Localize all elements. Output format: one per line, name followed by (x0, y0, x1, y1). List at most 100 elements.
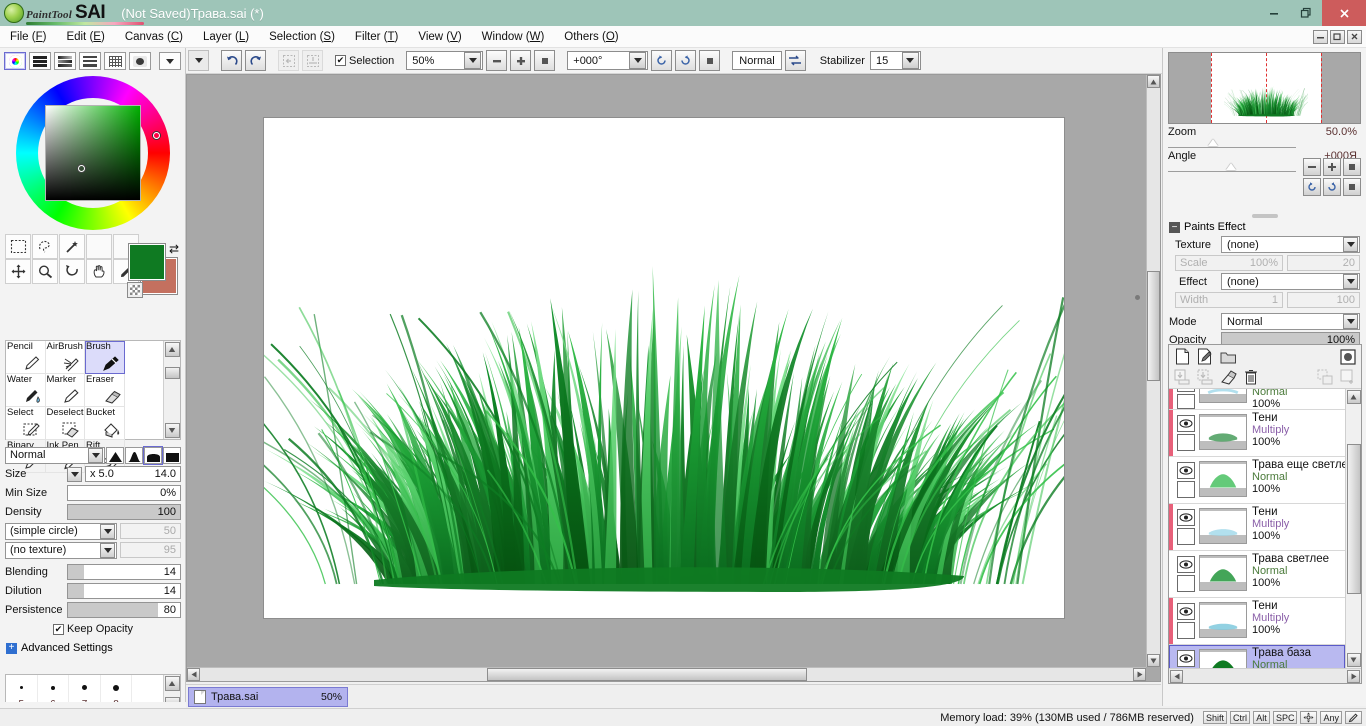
redo-icon[interactable] (245, 50, 266, 71)
mdi-minimize-icon[interactable] (1313, 30, 1328, 44)
scroll-up-icon[interactable] (165, 676, 180, 691)
key-spc[interactable]: SPC (1273, 711, 1298, 724)
menu-item-selection[interactable]: Selection (S) (259, 29, 345, 45)
chevron-down-icon[interactable] (629, 52, 646, 69)
key-alt[interactable]: Alt (1253, 711, 1270, 724)
chevron-down-icon[interactable] (902, 52, 919, 69)
rgb-bars-icon[interactable] (29, 52, 51, 70)
brush-shape-combo[interactable]: (simple circle) (5, 523, 117, 540)
zoom-out-button[interactable] (486, 50, 507, 71)
layer-lock-icon[interactable] (1177, 434, 1195, 451)
menu-item-edit[interactable]: Edit (E) (56, 29, 114, 45)
scroll-up-icon[interactable] (1347, 390, 1361, 404)
texture-combo[interactable]: (none) (1221, 236, 1360, 253)
layer-lock-icon[interactable] (1177, 481, 1195, 498)
dilution-slider[interactable]: 14 (67, 583, 181, 599)
layer-row[interactable]: Синее свечение Normal 100% (1169, 389, 1345, 410)
new-folder-icon[interactable] (1218, 347, 1238, 366)
undo-icon[interactable] (221, 50, 242, 71)
zoom-reset-button[interactable] (534, 50, 555, 71)
add-to-selection-icon[interactable] (1338, 367, 1358, 386)
square-tip-icon[interactable] (163, 447, 181, 464)
navigator-angle-slider[interactable] (1168, 162, 1296, 172)
scroll-right-icon[interactable] (1347, 670, 1360, 683)
layer-row[interactable]: Тени Multiply 100% (1169, 598, 1345, 645)
pen-icon[interactable] (1345, 711, 1362, 724)
clear-layer-icon[interactable] (1218, 367, 1238, 386)
layer-horizontal-scrollbar[interactable] (1169, 668, 1361, 683)
zoom-in-icon[interactable] (1323, 158, 1341, 176)
brush-tool-airbrush[interactable]: AirBrush (46, 341, 86, 374)
swap-colors-icon[interactable]: ⇄ (169, 242, 179, 256)
horizontal-scrollbar-thumb[interactable] (487, 668, 807, 681)
scroll-left-icon[interactable] (187, 668, 200, 681)
mode-combo[interactable]: Normal (1221, 313, 1360, 330)
blending-slider[interactable]: 14 (67, 564, 181, 580)
sharp-tip-icon[interactable] (106, 447, 124, 464)
brush-tool-bucket[interactable]: Bucket (85, 407, 125, 440)
brush-list-scrollbar[interactable] (163, 341, 180, 439)
color-panel-menu-icon[interactable] (159, 52, 181, 70)
canvas-resize-handle[interactable] (1135, 295, 1140, 300)
layer-row[interactable]: Трава еще светлее Normal 100% (1169, 457, 1345, 504)
brush-tool-brush[interactable]: Brush (85, 341, 125, 374)
selection-shrink-icon[interactable] (278, 50, 299, 71)
minimize-icon[interactable] (1258, 0, 1290, 26)
key-shift[interactable]: Shift (1203, 711, 1227, 724)
saturation-value-square[interactable] (45, 105, 141, 201)
menu-item-view[interactable]: View (V) (408, 29, 471, 45)
vertical-scrollbar-thumb[interactable] (1147, 271, 1160, 381)
scrollbar-thumb[interactable] (165, 367, 180, 379)
delete-layer-icon[interactable] (1241, 367, 1261, 386)
rotate-cw-icon[interactable] (1323, 178, 1341, 196)
collapse-icon[interactable]: − (1169, 222, 1180, 233)
canvas-horizontal-scrollbar[interactable] (187, 667, 1146, 681)
paints-effect-header[interactable]: − Paints Effect (1163, 220, 1366, 234)
scroll-down-icon[interactable] (1147, 654, 1160, 667)
size-field[interactable]: x 5.0 14.0 (85, 466, 181, 482)
wheel-icon[interactable] (4, 52, 26, 70)
layer-visibility-icon[interactable] (1177, 389, 1195, 392)
layer-list[interactable]: Синее свечение Normal 100% (1169, 389, 1361, 668)
hand-icon[interactable] (86, 259, 112, 284)
keep-opacity-checkbox[interactable]: ✔ Keep Opacity (53, 623, 133, 635)
canvas-vertical-scrollbar[interactable] (1146, 75, 1160, 667)
layer-row-selected[interactable]: Трава база Normal 100% (1169, 645, 1345, 668)
magic-wand-icon[interactable] (59, 234, 85, 259)
brush-texture-amount[interactable]: 95 (120, 542, 181, 558)
scroll-up-icon[interactable] (1147, 75, 1160, 88)
zoom-reset-icon[interactable] (1343, 158, 1361, 176)
new-linework-layer-icon[interactable] (1195, 347, 1215, 366)
density-slider[interactable]: 100 (67, 504, 181, 520)
rotate-ccw-button[interactable] (651, 50, 672, 71)
menu-item-layer[interactable]: Layer (L) (193, 29, 259, 45)
brush-tool-eraser[interactable]: Eraser (85, 374, 125, 407)
size-options-icon[interactable] (67, 467, 82, 482)
angle-combo[interactable]: +000° (567, 51, 648, 70)
color-wheel[interactable] (16, 76, 170, 230)
flip-icon[interactable] (785, 50, 806, 71)
brush-tool-deselect[interactable]: Deselect (46, 407, 86, 440)
chevron-down-icon[interactable] (1343, 274, 1358, 289)
layer-visibility-icon[interactable] (1177, 556, 1195, 573)
layer-visibility-icon[interactable] (1177, 415, 1195, 432)
zoom-combo[interactable]: 50% (406, 51, 483, 70)
effect-combo[interactable]: (none) (1221, 273, 1360, 290)
scroll-right-icon[interactable] (1133, 668, 1146, 681)
layer-visibility-icon[interactable] (1177, 603, 1195, 620)
brush-tool-pencil[interactable]: Pencil (6, 341, 46, 374)
gradient-bars-icon[interactable] (54, 52, 76, 70)
document-tab[interactable]: Трава.sai 50% (188, 687, 348, 707)
scroll-down-icon[interactable] (165, 423, 180, 438)
restore-icon[interactable] (1290, 0, 1322, 26)
menu-item-window[interactable]: Window (W) (472, 29, 555, 45)
new-layer-icon[interactable] (1172, 347, 1192, 366)
panel-grip[interactable] (1252, 214, 1278, 218)
key-ctrl[interactable]: Ctrl (1230, 711, 1250, 724)
merge-selected-icon[interactable] (1195, 367, 1215, 386)
round-tip-icon[interactable] (144, 447, 162, 464)
persistence-slider[interactable]: 80 (67, 602, 181, 618)
chevron-down-icon[interactable] (464, 52, 481, 69)
menu-item-canvas[interactable]: Canvas (C) (115, 29, 193, 45)
scroll-left-icon[interactable] (1170, 670, 1183, 683)
